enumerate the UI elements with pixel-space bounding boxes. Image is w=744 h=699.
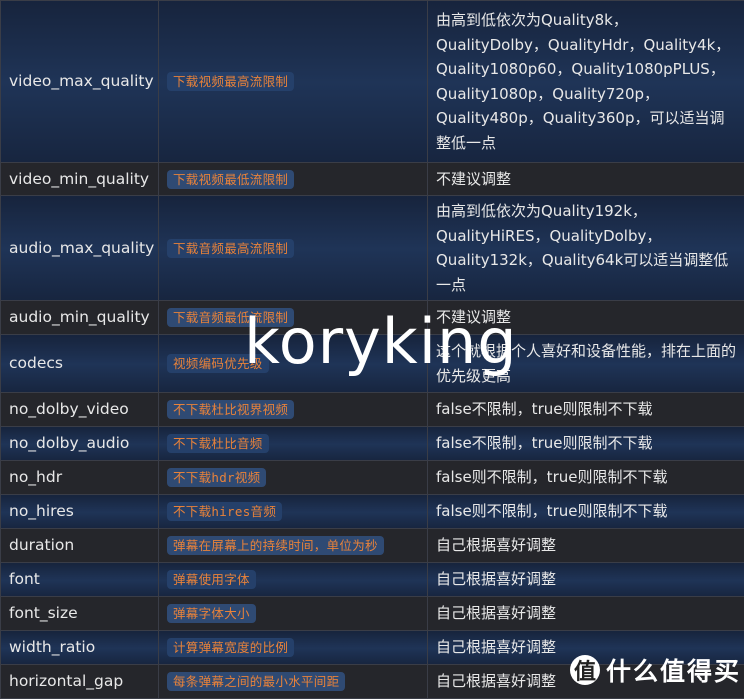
param-name: audio_max_quality (1, 196, 159, 301)
table-row: no_dolby_audio 不下载杜比音频 false不限制，true则限制不… (1, 427, 744, 461)
param-tag: 弹幕在屏幕上的持续时间，单位为秒 (167, 536, 384, 555)
param-name: codecs (1, 335, 159, 393)
param-tag: 下载音频最低流限制 (167, 308, 294, 327)
param-tag: 视频编码优先级 (167, 354, 269, 373)
param-tag: 下载视频最高流限制 (167, 72, 294, 91)
param-name: width_ratio (1, 631, 159, 665)
config-table: video_max_quality 下载视频最高流限制 由高到低依次为Quali… (0, 0, 744, 699)
logo-text: 什么值得买 (606, 652, 741, 688)
param-name: horizontal_gap (1, 665, 159, 699)
param-tag: 不下载杜比视界视频 (167, 400, 294, 419)
param-name: duration (1, 529, 159, 563)
param-tag: 每条弹幕之间的最小水平间距 (167, 672, 345, 691)
param-name: no_hires (1, 495, 159, 529)
param-tag: 弹幕字体大小 (167, 604, 256, 623)
site-logo: 值 什么值得买 (570, 652, 741, 688)
table-row: video_min_quality 下载视频最低流限制 不建议调整 (1, 163, 744, 196)
table-row: font 弹幕使用字体 自己根据喜好调整 (1, 563, 744, 597)
param-name: no_dolby_audio (1, 427, 159, 461)
table-row: codecs 视频编码优先级 这个就根据个人喜好和设备性能，排在上面的优先级更高 (1, 335, 744, 393)
param-tag: 弹幕使用字体 (167, 570, 256, 589)
param-desc: 由高到低依次为Quality192k，QualityHiRES，QualityD… (428, 196, 744, 301)
param-tag: 下载音频最高流限制 (167, 239, 294, 258)
param-name: video_min_quality (1, 163, 159, 196)
param-desc: 自己根据喜好调整 (428, 563, 744, 597)
param-desc: 这个就根据个人喜好和设备性能，排在上面的优先级更高 (428, 335, 744, 393)
param-desc: 自己根据喜好调整 (428, 597, 744, 631)
param-desc: false不限制，true则限制不下载 (428, 427, 744, 461)
param-name: font_size (1, 597, 159, 631)
param-desc: 自己根据喜好调整 (428, 529, 744, 563)
logo-mark-icon: 值 (570, 655, 600, 685)
param-name: font (1, 563, 159, 597)
param-desc: false则不限制，true则限制不下载 (428, 495, 744, 529)
param-desc: 不建议调整 (428, 301, 744, 335)
param-tag: 不下载hires音频 (167, 502, 282, 521)
table-row: no_hdr 不下载hdr视频 false则不限制，true则限制不下载 (1, 461, 744, 495)
param-name: no_hdr (1, 461, 159, 495)
table-row: font_size 弹幕字体大小 自己根据喜好调整 (1, 597, 744, 631)
param-name: audio_min_quality (1, 301, 159, 335)
param-tag: 不下载杜比音频 (167, 434, 269, 453)
param-desc: false不限制，true则限制不下载 (428, 393, 744, 427)
table-row: audio_max_quality 下载音频最高流限制 由高到低依次为Quali… (1, 196, 744, 301)
table-row: duration 弹幕在屏幕上的持续时间，单位为秒 自己根据喜好调整 (1, 529, 744, 563)
table-row: audio_min_quality 下载音频最低流限制 不建议调整 (1, 301, 744, 335)
param-desc: 由高到低依次为Quality8k，QualityDolby，QualityHdr… (428, 1, 744, 163)
table-row: no_hires 不下载hires音频 false则不限制，true则限制不下载 (1, 495, 744, 529)
param-tag: 下载视频最低流限制 (167, 170, 294, 189)
param-name: no_dolby_video (1, 393, 159, 427)
table-row: no_dolby_video 不下载杜比视界视频 false不限制，true则限… (1, 393, 744, 427)
table-row: video_max_quality 下载视频最高流限制 由高到低依次为Quali… (1, 1, 744, 163)
param-desc: 不建议调整 (428, 163, 744, 196)
param-tag: 不下载hdr视频 (167, 468, 266, 487)
param-tag: 计算弹幕宽度的比例 (167, 638, 294, 657)
param-name: video_max_quality (1, 1, 159, 163)
param-desc: false则不限制，true则限制不下载 (428, 461, 744, 495)
